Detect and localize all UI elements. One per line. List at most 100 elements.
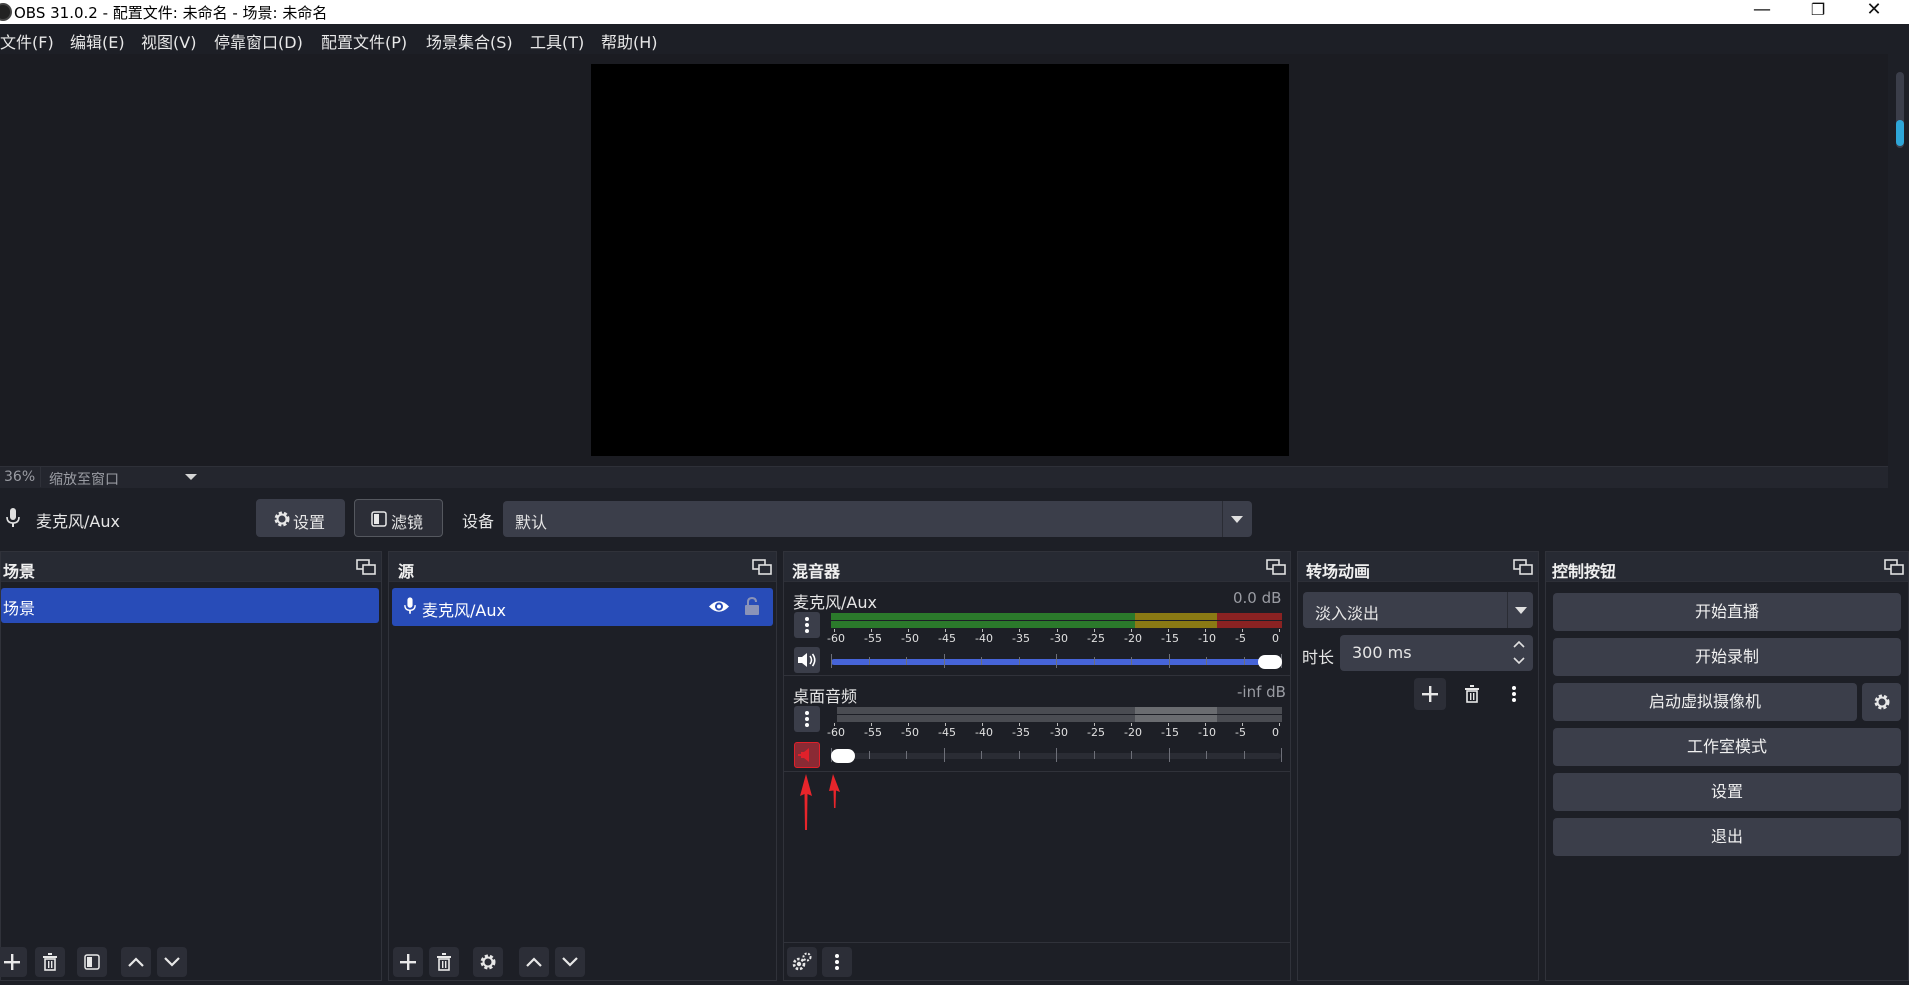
start-recording-button[interactable]: 开始录制 xyxy=(1553,638,1901,676)
source-filters-label: 滤镜 xyxy=(391,513,424,532)
source-item[interactable]: 麦克风/Aux xyxy=(392,588,773,626)
remove-scene-button[interactable] xyxy=(35,947,65,977)
menu-edit[interactable]: 编辑(E) xyxy=(70,29,125,53)
undock-icon[interactable] xyxy=(1513,559,1533,575)
device-select[interactable]: 默认 xyxy=(503,501,1252,537)
slider-tick xyxy=(1131,657,1132,665)
mute-button[interactable] xyxy=(794,647,820,673)
restore-button[interactable]: ❐ xyxy=(1790,0,1846,24)
slider-tick xyxy=(1206,657,1207,665)
undock-icon[interactable] xyxy=(356,559,376,575)
transition-select[interactable]: 淡入淡出 xyxy=(1303,592,1533,628)
undock-icon[interactable] xyxy=(1266,559,1286,575)
add-transition-button[interactable] xyxy=(1414,678,1446,710)
scenes-dock: 场景 场景 xyxy=(0,551,382,981)
slider-tick xyxy=(1094,751,1095,759)
eye-icon[interactable] xyxy=(708,599,730,614)
start-virtual-camera-button[interactable]: 启动虚拟摄像机 xyxy=(1553,683,1857,721)
menu-view[interactable]: 视图(V) xyxy=(141,29,196,53)
mixer-dock-header: 混音器 xyxy=(784,552,1290,582)
channel-menu-button[interactable] xyxy=(794,706,820,732)
settings-button[interactable]: 设置 xyxy=(1553,773,1901,811)
mixer-title: 混音器 xyxy=(792,562,841,581)
add-scene-button[interactable] xyxy=(0,947,27,977)
scenes-dock-header: 场景 xyxy=(1,552,381,582)
source-context-bar: 麦克风/Aux 设置 滤镜 设备 默认 xyxy=(0,492,1909,544)
preview-canvas[interactable] xyxy=(591,64,1289,456)
scrollbar-thumb[interactable] xyxy=(1896,120,1904,146)
virtual-camera-settings-button[interactable] xyxy=(1862,683,1901,721)
meter-tick-label: -30 xyxy=(1050,632,1068,645)
slider-tick xyxy=(906,751,907,759)
sources-title: 源 xyxy=(398,562,415,581)
slider-tick xyxy=(1206,751,1207,759)
meter-tick-label: -35 xyxy=(1012,726,1030,739)
move-scene-down-button[interactable] xyxy=(157,947,187,977)
studio-mode-button[interactable]: 工作室模式 xyxy=(1553,728,1901,766)
chevron-down-icon xyxy=(164,957,180,967)
unmute-button[interactable] xyxy=(794,742,820,768)
remove-transition-button[interactable] xyxy=(1456,678,1488,710)
chevron-down-icon xyxy=(562,957,578,967)
source-settings-button[interactable]: 设置 xyxy=(256,499,345,537)
duration-spinbox[interactable]: 300 ms xyxy=(1340,635,1533,671)
plus-icon xyxy=(4,954,20,970)
move-scene-up-button[interactable] xyxy=(121,947,151,977)
filter-icon xyxy=(371,511,387,527)
menu-help[interactable]: 帮助(H) xyxy=(601,29,658,53)
channel-name: 桌面音频 xyxy=(793,687,858,706)
source-properties-button[interactable] xyxy=(473,947,503,977)
menu-file[interactable]: 文件(F) xyxy=(0,29,54,53)
microphone-icon xyxy=(404,597,416,614)
menu-tools[interactable]: 工具(T) xyxy=(530,29,584,53)
chevron-down-icon[interactable] xyxy=(1512,656,1526,666)
meter-scale: -60 -55 -50 -45 -40 -35 -30 -25 -20 -15 -10 -5 0 xyxy=(827,723,1282,739)
undock-icon[interactable] xyxy=(1884,559,1904,575)
add-source-button[interactable] xyxy=(393,947,423,977)
undock-icon[interactable] xyxy=(752,559,772,575)
zoom-bar: 36% 缩放至窗口 xyxy=(0,466,1888,488)
advanced-audio-button[interactable] xyxy=(787,947,817,977)
volume-meter xyxy=(831,613,1282,620)
scene-filters-button[interactable] xyxy=(77,947,107,977)
transition-properties-button[interactable] xyxy=(1498,678,1530,710)
duration-label: 时长 xyxy=(1302,648,1335,667)
meter-tick-label: -5 xyxy=(1235,632,1246,645)
minimize-button[interactable]: — xyxy=(1734,0,1790,24)
meter-tick xyxy=(1279,629,1280,632)
source-filters-button[interactable]: 滤镜 xyxy=(354,499,443,537)
remove-source-button[interactable] xyxy=(429,947,459,977)
sources-toolbar xyxy=(389,942,776,980)
close-button[interactable]: ✕ xyxy=(1846,0,1902,24)
meter-tick-label: -30 xyxy=(1050,726,1068,739)
menu-docks[interactable]: 停靠窗口(D) xyxy=(214,29,303,53)
slider-tick xyxy=(1244,751,1245,759)
source-settings-label: 设置 xyxy=(293,513,326,532)
obs-logo-icon xyxy=(0,3,12,21)
zoom-mode-select[interactable]: 缩放至窗口 xyxy=(40,467,205,488)
mixer-channel: 桌面音频 -inf dB -60 -55 -50 -45 -40 -35 -30 -25 -20… xyxy=(784,677,1290,772)
menu-scene-collection[interactable]: 场景集合(S) xyxy=(426,29,513,53)
volume-slider-handle[interactable] xyxy=(831,749,855,763)
move-source-down-button[interactable] xyxy=(555,947,585,977)
mixer-menu-button[interactable] xyxy=(822,947,852,977)
channel-menu-button[interactable] xyxy=(794,612,820,638)
device-label: 设备 xyxy=(462,512,495,531)
move-source-up-button[interactable] xyxy=(519,947,549,977)
exit-button[interactable]: 退出 xyxy=(1553,818,1901,856)
meter-tick-label: -15 xyxy=(1161,726,1179,739)
lock-icon[interactable] xyxy=(744,597,760,616)
slider-tick xyxy=(906,657,907,665)
start-streaming-button[interactable]: 开始直播 xyxy=(1553,593,1901,631)
gear-icon xyxy=(1874,694,1889,710)
scene-item[interactable]: 场景 xyxy=(1,588,379,623)
plus-icon xyxy=(1422,686,1438,702)
transitions-dock: 转场动画 淡入淡出 时长 300 ms xyxy=(1297,551,1539,981)
volume-slider-handle[interactable] xyxy=(1258,655,1282,669)
slider-tick xyxy=(1094,657,1095,665)
chevron-up-icon[interactable] xyxy=(1512,639,1526,649)
menu-profile[interactable]: 配置文件(P) xyxy=(321,29,407,53)
meter-tick-label: -25 xyxy=(1087,632,1105,645)
slider-tick xyxy=(1169,748,1170,762)
meter-tick-label: -20 xyxy=(1124,632,1142,645)
